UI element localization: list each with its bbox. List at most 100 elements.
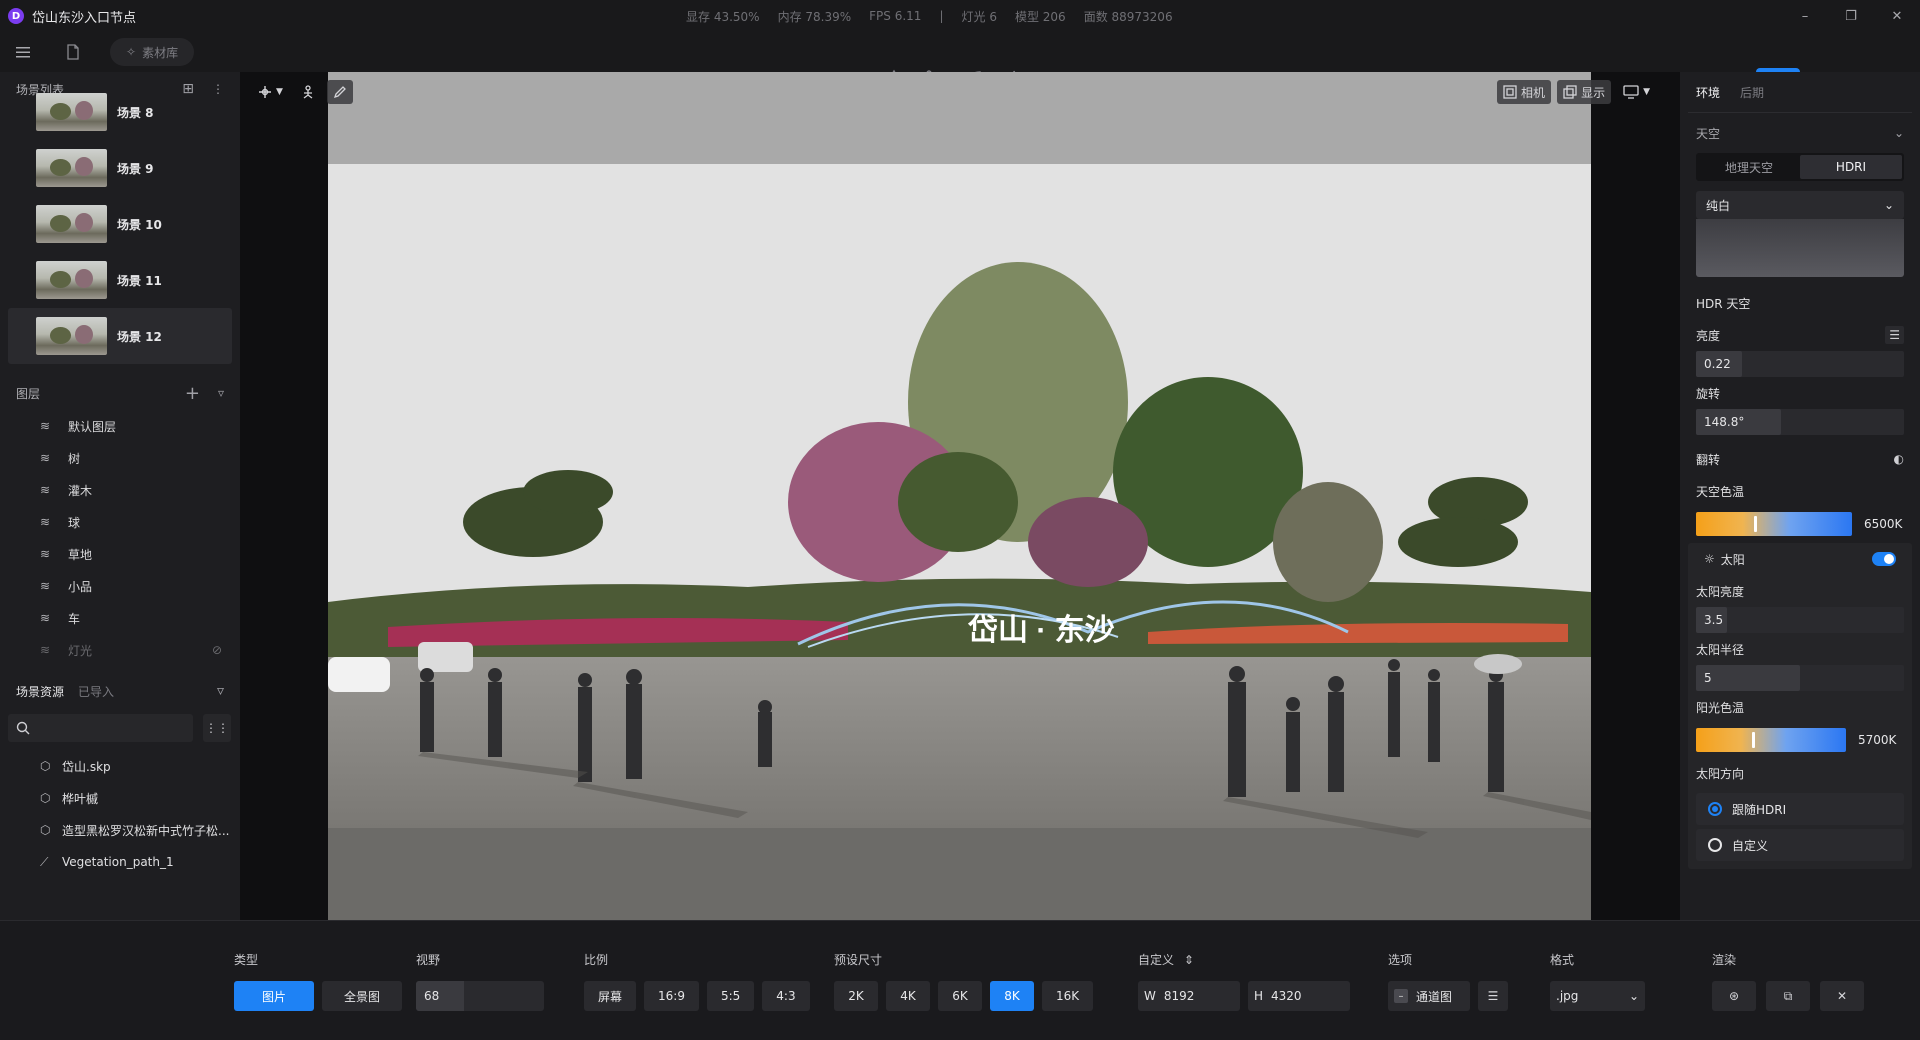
preset-6k-button[interactable]: 6K (938, 981, 982, 1011)
brush-button[interactable] (326, 80, 353, 104)
resource-item[interactable]: ⬡ 岱山.skp (0, 750, 240, 782)
minimize-icon[interactable]: – (1782, 0, 1828, 32)
layers-display-icon (1563, 85, 1577, 99)
ratio-group: 比例 屏幕 16:9 5:5 4:3 (584, 951, 810, 1011)
render-aperture-button[interactable]: ⊛ (1712, 981, 1756, 1011)
tab-post[interactable]: 后期 (1740, 84, 1764, 101)
flip-toggle-icon[interactable]: ◐ (1894, 452, 1904, 466)
adjust-icon[interactable]: ☰ (1885, 326, 1904, 344)
transform-mode-button[interactable]: ▼ (252, 80, 289, 104)
sky-mode-geo[interactable]: 地理天空 (1698, 155, 1800, 179)
sun-temp-slider[interactable] (1696, 728, 1846, 752)
ratio-4-3-button[interactable]: 4:3 (762, 981, 810, 1011)
ratio-16-9-button[interactable]: 16:9 (644, 981, 699, 1011)
main-toolbar: ✧ 素材库 (0, 32, 1920, 100)
channel-map-checkbox[interactable]: – 通道图 (1388, 981, 1470, 1011)
render-preview[interactable]: 岱山 · 东沙 (328, 72, 1591, 920)
view-settings-button[interactable]: ▼ (1617, 80, 1656, 104)
layer-item[interactable]: ≋ 灌木 (0, 474, 240, 506)
grid-view-button[interactable]: ⋮⋮ (203, 714, 231, 742)
layer-icon: ≋ (40, 419, 51, 433)
layer-item[interactable]: ≋ 球 (0, 506, 240, 538)
close-icon: ✕ (1836, 989, 1848, 1003)
checkbox-indeterminate-icon[interactable]: – (1394, 989, 1408, 1003)
scene-item[interactable]: 场景 9 (8, 140, 232, 196)
render-queue-button[interactable]: ⧉ (1766, 981, 1810, 1011)
scene-item-active[interactable]: 场景 12 (8, 308, 232, 364)
resource-item[interactable]: ⬡ 造型黑松罗汉松新中式竹子松... (0, 814, 240, 846)
eye-off-icon[interactable]: ⊘ (212, 643, 222, 657)
sun-temp-handle[interactable] (1751, 732, 1755, 748)
chevron-down-icon: ⌄ (1893, 126, 1904, 140)
layer-item-hidden[interactable]: ≋ 灯光 ⊘ (0, 634, 240, 666)
sky-temp-handle[interactable] (1753, 516, 1757, 532)
radio-selected[interactable] (1708, 802, 1722, 816)
tab-environment[interactable]: 环境 (1696, 84, 1720, 101)
chevron-down-icon: ▼ (1643, 87, 1650, 97)
fov-value: 68 (416, 981, 464, 1011)
ratio-5-5-button[interactable]: 5:5 (706, 981, 755, 1011)
sun-toggle[interactable] (1872, 552, 1896, 566)
layer-item[interactable]: ≋ 草地 (0, 538, 240, 570)
right-panel-tabs: 环境 后期 (1680, 72, 1920, 112)
type-panorama-button[interactable]: 全景图 (322, 981, 402, 1011)
format-select[interactable]: .jpg ⌄ (1550, 981, 1645, 1011)
scene-item[interactable]: 场景 11 (8, 252, 232, 308)
layer-item[interactable]: ≋ 小品 (0, 570, 240, 602)
layer-item[interactable]: ≋ 树 (0, 442, 240, 474)
sky-mode-hdri[interactable]: HDRI (1800, 155, 1902, 179)
channel-settings-button[interactable]: ☰ (1478, 981, 1508, 1011)
scene-thumbnail (36, 261, 107, 299)
collapse-layers-icon[interactable]: ▿ (218, 386, 224, 400)
sun-dir-custom-option[interactable]: 自定义 (1696, 829, 1904, 861)
sky-section-header[interactable]: 天空 ⌄ (1680, 113, 1920, 153)
add-layer-icon[interactable]: + (185, 383, 200, 404)
scene-thumbnail (36, 149, 107, 187)
type-image-button[interactable]: 图片 (234, 981, 314, 1011)
sky-temp-row: 6500K (1696, 511, 1904, 537)
scene-item[interactable]: 场景 8 (8, 84, 232, 140)
layer-item[interactable]: ≋ 默认图层 (0, 410, 240, 442)
link-ratio-icon[interactable]: ⇕ (1184, 953, 1194, 967)
camera-view-button[interactable]: 相机 (1497, 80, 1552, 104)
brightness-slider[interactable]: 0.22 (1696, 351, 1904, 377)
preset-4k-button[interactable]: 4K (886, 981, 930, 1011)
sky-temp-label: 天空色温 (1696, 484, 1745, 499)
options-label: 选项 (1388, 953, 1413, 967)
ratio-screen-button[interactable]: 屏幕 (584, 981, 637, 1011)
pivot-button[interactable] (295, 80, 321, 104)
resource-list: ⬡ 岱山.skp ⬡ 桦叶槭 ⬡ 造型黑松罗汉松新中式竹子松... ⟋ Vegetati… (0, 750, 240, 878)
menu-icon[interactable] (8, 37, 38, 67)
new-file-icon[interactable] (58, 37, 88, 67)
cancel-render-button[interactable]: ✕ (1820, 981, 1864, 1011)
render-viewport[interactable]: 岱山 · 东沙 ▼ 相机 显示 ▼ (240, 72, 1680, 920)
fov-slider[interactable]: 68 (416, 981, 544, 1011)
layer-item[interactable]: ≋ 车 (0, 602, 240, 634)
preset-16k-button[interactable]: 16K (1042, 981, 1094, 1011)
add-scene-icon[interactable]: ⊞ (182, 81, 194, 97)
resource-search-input[interactable] (8, 714, 193, 742)
restore-icon[interactable]: ❐ (1828, 0, 1874, 32)
close-window-icon[interactable]: ✕ (1874, 0, 1920, 32)
preset-8k-button[interactable]: 8K (990, 981, 1034, 1011)
tab-scene-resources[interactable]: 场景资源 (16, 683, 64, 700)
format-group: 格式 .jpg ⌄ (1550, 951, 1645, 1011)
rotation-slider[interactable]: 148.8° (1696, 409, 1904, 435)
radio-unselected[interactable] (1708, 838, 1722, 852)
sun-dir-follow-option[interactable]: 跟随HDRI (1696, 793, 1904, 825)
more-icon[interactable]: ⋮ (212, 82, 224, 96)
tab-imported[interactable]: 已导入 (78, 683, 114, 700)
sun-brightness-slider[interactable]: 3.5 (1696, 607, 1904, 633)
width-field[interactable]: W 8192 (1138, 981, 1240, 1011)
asset-library-button[interactable]: ✧ 素材库 (110, 38, 195, 66)
display-button[interactable]: 显示 (1557, 80, 1612, 104)
collapse-resources-icon[interactable]: ▿ (217, 683, 224, 699)
preset-2k-button[interactable]: 2K (834, 981, 878, 1011)
resource-item[interactable]: ⬡ 桦叶槭 (0, 782, 240, 814)
sun-radius-slider[interactable]: 5 (1696, 665, 1904, 691)
sky-temp-slider[interactable] (1696, 512, 1852, 536)
height-field[interactable]: H 4320 (1248, 981, 1350, 1011)
hdri-preset-select[interactable]: 纯白 ⌄ (1696, 191, 1904, 219)
resource-item[interactable]: ⟋ Vegetation_path_1 (0, 846, 240, 878)
scene-item[interactable]: 场景 10 (8, 196, 232, 252)
